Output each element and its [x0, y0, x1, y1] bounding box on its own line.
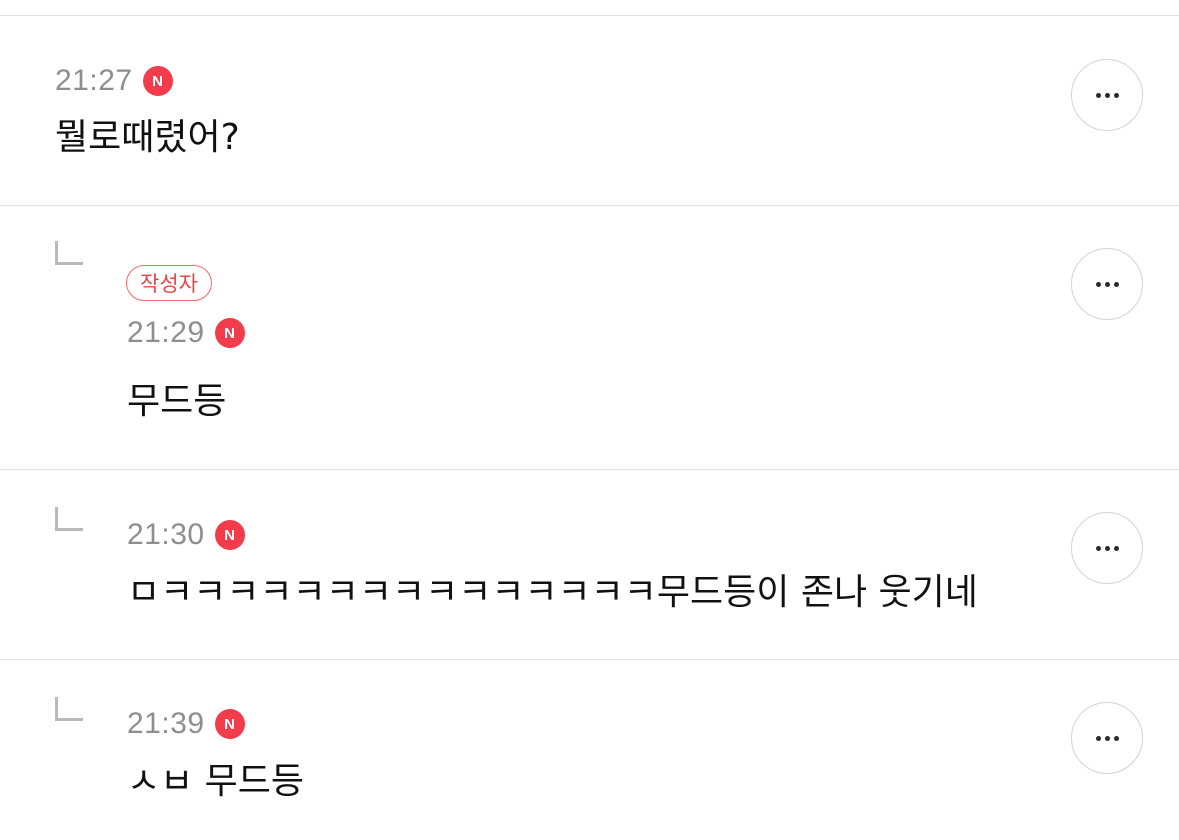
more-horizontal-icon — [1095, 92, 1119, 98]
new-badge: N — [214, 709, 245, 739]
new-badge: N — [142, 66, 173, 96]
comment-time: 21:29 — [127, 316, 205, 349]
more-button[interactable] — [1071, 59, 1143, 131]
new-badge: N — [214, 318, 245, 348]
comment-meta: 21:27 N — [55, 61, 173, 101]
comment-time: 21:39 — [127, 707, 205, 740]
comment-time: 21:27 — [55, 64, 133, 97]
comment-item: 21:27 N 뭘로때렸어? — [0, 16, 1179, 206]
reply-corner-icon — [55, 507, 83, 531]
more-button[interactable] — [1071, 702, 1143, 774]
more-horizontal-icon — [1095, 735, 1119, 741]
comment-item: 작성자 21:29 N 무드등 — [0, 206, 1179, 470]
new-badge: N — [214, 520, 245, 550]
comment-meta: 21:29 N — [127, 313, 245, 353]
more-button[interactable] — [1071, 512, 1143, 584]
comment-text: ㅅㅂ 무드등 — [127, 761, 305, 802]
author-badge: 작성자 — [126, 265, 212, 301]
comment-meta: 21:30 N — [127, 515, 245, 555]
comment-text: 무드등 — [127, 381, 227, 422]
reply-corner-icon — [55, 241, 83, 265]
more-horizontal-icon — [1095, 281, 1119, 287]
reply-corner-icon — [55, 697, 83, 721]
comment-item: 21:30 N ㅁㅋㅋㅋㅋㅋㅋㅋㅋㅋㅋㅋㅋㅋㅋㅋ무드등이 존나 웃기네 — [0, 470, 1179, 660]
more-button[interactable] — [1071, 248, 1143, 320]
comment-item: 21:39 N ㅅㅂ 무드등 — [0, 660, 1179, 840]
comment-time: 21:30 — [127, 518, 205, 551]
comment-meta: 21:39 N — [127, 704, 245, 744]
more-horizontal-icon — [1095, 545, 1119, 551]
comment-text: ㅁㅋㅋㅋㅋㅋㅋㅋㅋㅋㅋㅋㅋㅋㅋㅋ무드등이 존나 웃기네 — [127, 572, 978, 613]
comment-text: 뭘로때렸어? — [55, 117, 240, 158]
